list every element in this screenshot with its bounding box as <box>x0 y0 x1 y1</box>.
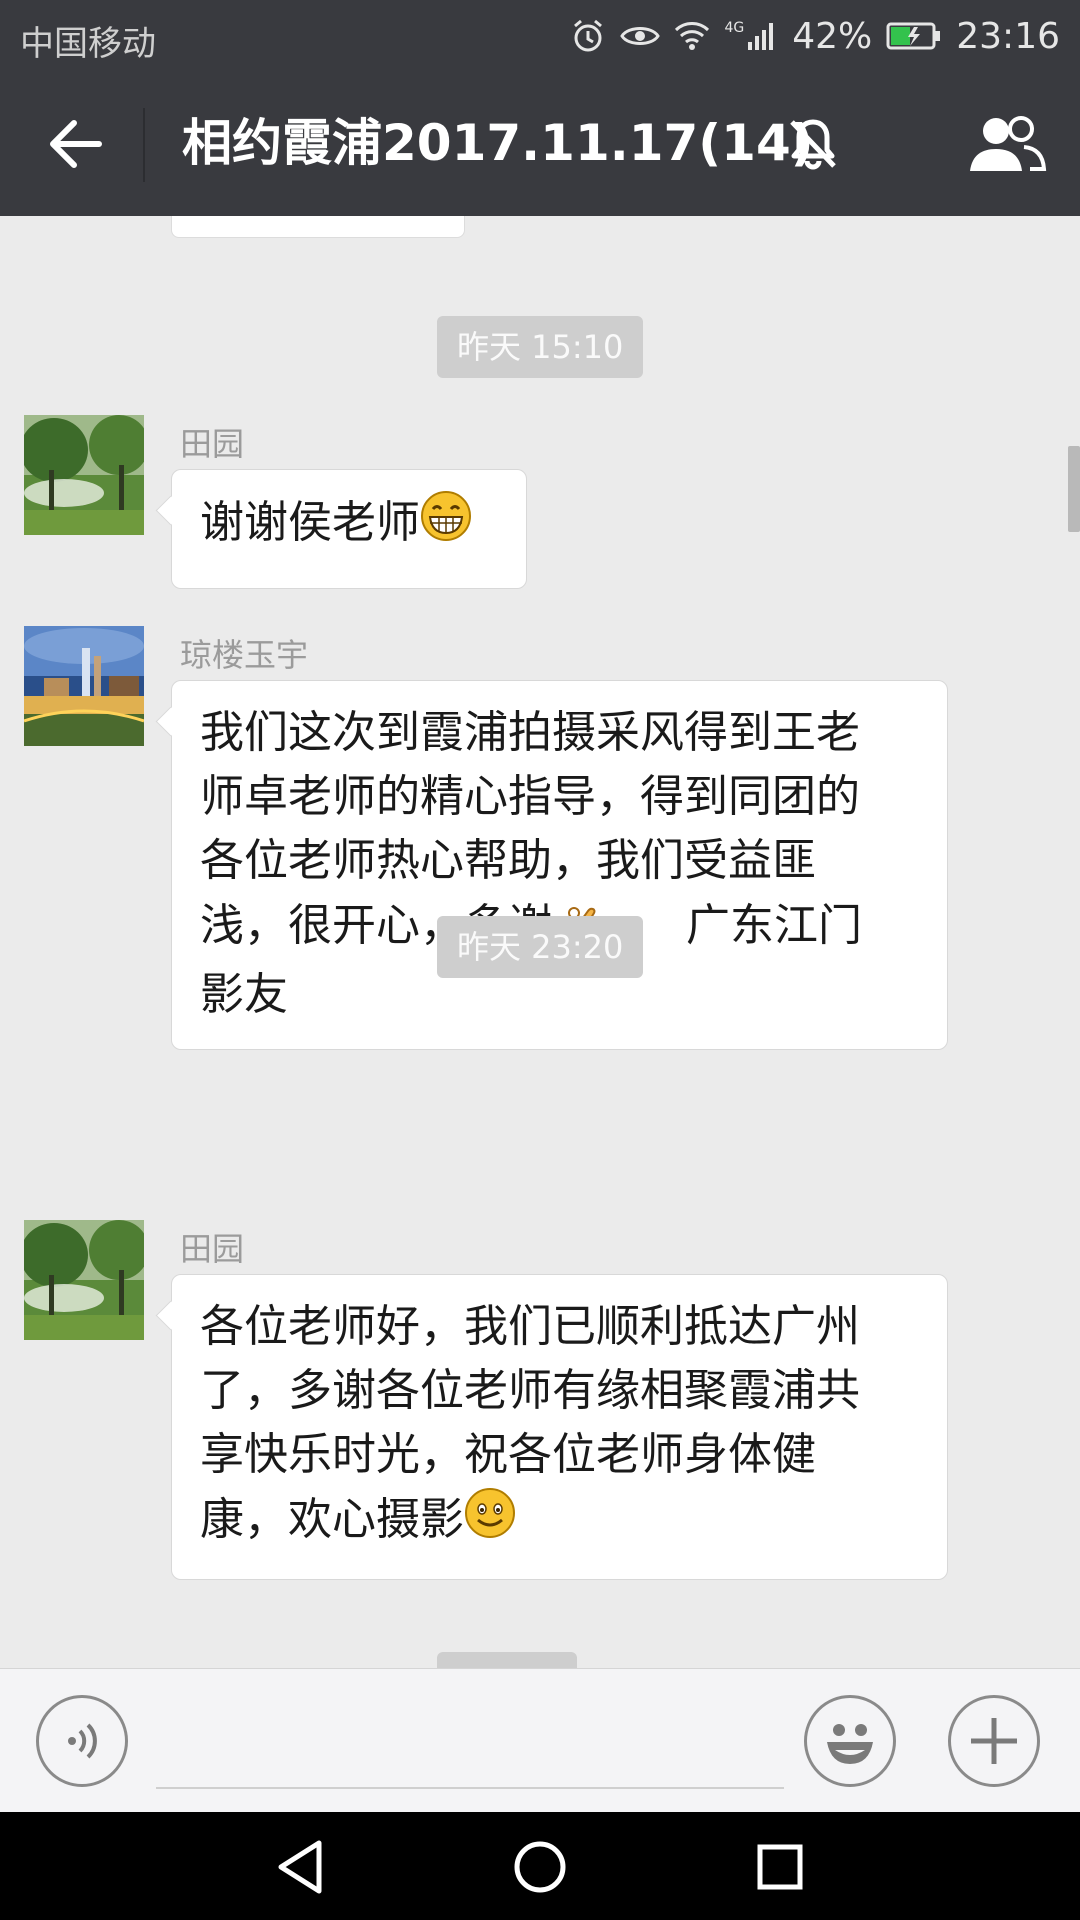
nav-back-icon <box>278 1840 322 1894</box>
alarm-icon <box>570 18 606 54</box>
smile-emoji-icon <box>464 1487 516 1557</box>
title-divider <box>143 108 145 182</box>
clock: 23:16 <box>956 15 1060 57</box>
eye-icon <box>620 21 661 51</box>
status-bar: 中国移动 4G 42% 23:16 <box>0 0 1080 72</box>
voice-button[interactable] <box>36 1695 128 1787</box>
back-button[interactable] <box>40 112 110 176</box>
title-bar: 相约霞浦2017.11.17(14) <box>0 72 1080 216</box>
nav-recents-icon <box>757 1844 803 1890</box>
emoji-icon <box>827 1724 873 1764</box>
previous-message-bubble <box>171 216 465 238</box>
voice-icon <box>68 1723 97 1759</box>
more-button[interactable] <box>948 1695 1040 1787</box>
park-avatar-image <box>24 1220 144 1340</box>
message-line: 师卓老师的精心指导，得到同团的 <box>200 771 860 822</box>
nav-back-button[interactable] <box>265 1832 335 1902</box>
network-type-label: 4G <box>724 20 745 36</box>
scrollbar-thumb[interactable] <box>1068 446 1080 532</box>
message-line: 谢谢侯老师 <box>200 497 420 548</box>
chat-area[interactable]: 昨天 15:10 田园 谢谢侯老师 琼楼玉宇 我们这次到霞浦拍摄采风得到王老 师… <box>0 216 1080 1668</box>
android-nav-bar <box>0 1812 1080 1920</box>
back-arrow-icon <box>50 120 102 168</box>
message-bubble[interactable]: 我们这次到霞浦拍摄采风得到王老 师卓老师的精心指导，得到同团的 各位老师热心帮助… <box>171 680 948 1050</box>
timestamp-divider: 昨天 23:20 <box>437 916 644 978</box>
message-line: 各位老师好，我们已顺利抵达广州 <box>200 1301 860 1352</box>
message-line: 康，欢心摄影 <box>200 1494 464 1545</box>
group-members-icon <box>970 116 1047 171</box>
nav-recents-button[interactable] <box>745 1832 815 1902</box>
carrier-label: 中国移动 <box>20 24 156 64</box>
nav-home-button[interactable] <box>505 1832 575 1902</box>
message-bubble[interactable]: 谢谢侯老师 <box>171 469 527 589</box>
message-line: 各位老师热心帮助，我们受益匪 <box>200 835 816 886</box>
park-avatar-image <box>24 415 144 535</box>
message-line: 享快乐时光，祝各位老师身体健 <box>200 1429 816 1480</box>
message-trailing-text: 广东江门 <box>686 900 862 951</box>
grin-emoji-icon <box>420 490 472 560</box>
battery-charging-icon <box>886 21 942 51</box>
sender-name: 田园 <box>180 425 245 463</box>
avatar[interactable] <box>24 626 144 746</box>
city-avatar-image <box>24 626 144 746</box>
chat-title[interactable]: 相约霞浦2017.11.17(14) <box>182 112 814 174</box>
plus-icon <box>971 1718 1017 1764</box>
message-bubble[interactable]: 各位老师好，我们已顺利抵达广州 了，多谢各位老师有缘相聚霞浦共 享快乐时光，祝各… <box>171 1274 948 1580</box>
mute-bell-icon <box>786 116 840 172</box>
timestamp-divider-partial <box>437 1652 577 1668</box>
nav-home-icon <box>514 1841 566 1893</box>
message-line: 了，多谢各位老师有缘相聚霞浦共 <box>200 1365 860 1416</box>
signal-icon: 4G <box>724 20 778 52</box>
avatar[interactable] <box>24 1220 144 1340</box>
input-bar <box>0 1668 1080 1813</box>
message-line: 我们这次到霞浦拍摄采风得到王老 <box>200 707 860 758</box>
emoji-button[interactable] <box>804 1695 896 1787</box>
timestamp-divider: 昨天 15:10 <box>437 316 644 378</box>
group-members-button[interactable] <box>962 110 1052 180</box>
sender-name: 琼楼玉宇 <box>180 636 309 674</box>
battery-percent: 42% <box>792 15 873 57</box>
sender-name: 田园 <box>180 1230 245 1268</box>
wifi-icon <box>674 20 710 52</box>
message-input[interactable] <box>156 1697 784 1789</box>
avatar[interactable] <box>24 415 144 535</box>
